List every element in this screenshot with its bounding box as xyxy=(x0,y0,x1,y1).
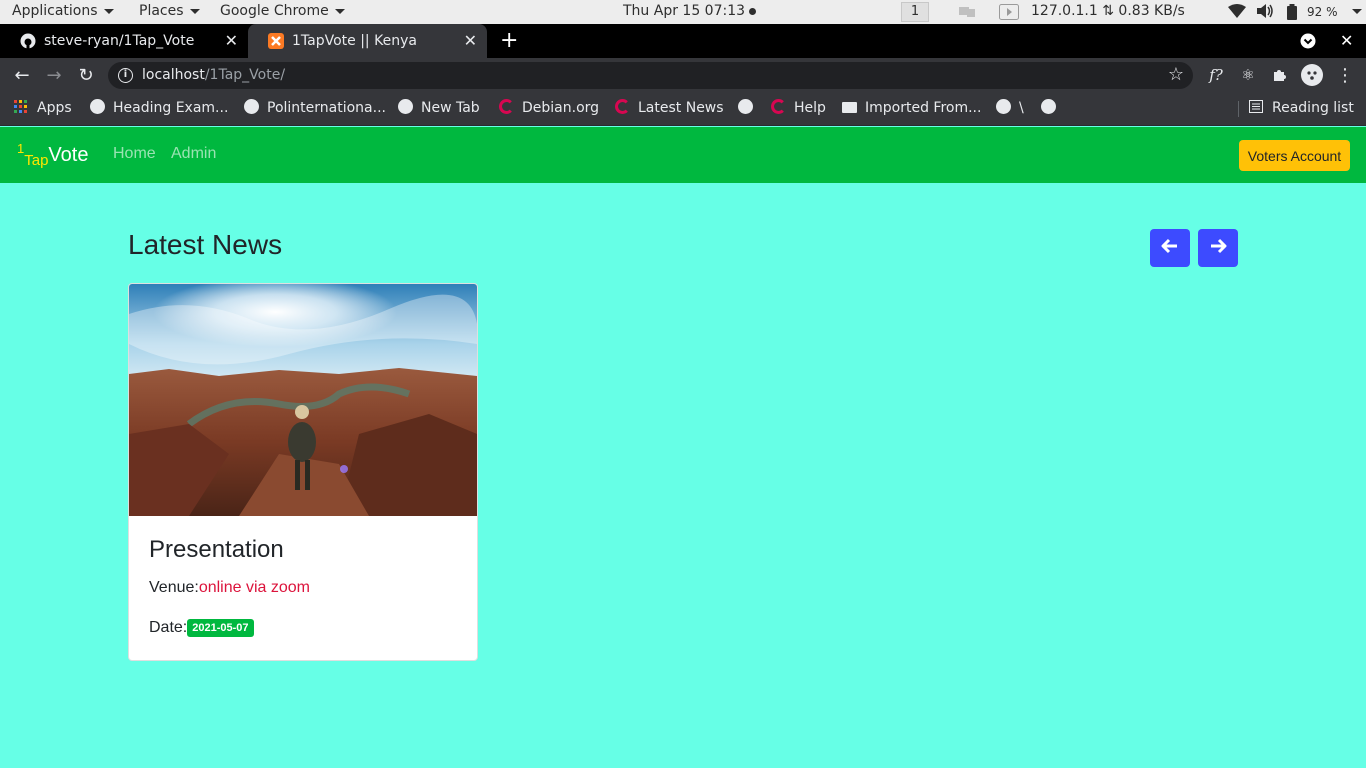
news-card: Presentation Venue:online via zoom Date:… xyxy=(128,283,478,661)
url-text[interactable]: localhost/1Tap_Vote/ xyxy=(142,67,285,83)
voters-account-button[interactable]: Voters Account xyxy=(1239,140,1350,171)
arrow-left-icon xyxy=(1161,238,1177,254)
globe-icon xyxy=(738,99,753,114)
network-speed: 127.0.1.1 ⇅ 0.83 KB/s xyxy=(1031,3,1185,19)
chevron-down-icon xyxy=(1352,8,1362,14)
workspace-indicator[interactable]: 1 xyxy=(901,2,929,22)
xampp-icon xyxy=(268,33,284,49)
bookmark-help[interactable]: Help xyxy=(771,93,826,124)
prev-button[interactable] xyxy=(1150,229,1190,267)
nav-admin[interactable]: Admin xyxy=(171,145,216,163)
globe-icon xyxy=(244,99,259,114)
bookmark-latest-news[interactable]: Latest News xyxy=(615,93,724,124)
reading-list[interactable]: Reading list xyxy=(1249,93,1354,124)
chevron-down-icon xyxy=(103,8,114,14)
debian-icon xyxy=(771,99,786,114)
volume-icon[interactable] xyxy=(1256,4,1274,22)
react-devtools-icon[interactable]: ⚛ xyxy=(1236,58,1260,93)
bookmark-star-icon[interactable]: ☆ xyxy=(1168,64,1184,85)
chevron-down-icon xyxy=(334,8,345,14)
system-menu[interactable] xyxy=(1346,3,1362,19)
folder-icon xyxy=(842,102,857,113)
places-menu[interactable]: Places xyxy=(139,3,200,19)
globe-icon xyxy=(1041,99,1056,114)
bookmark-heading-exam[interactable]: Heading Exam... xyxy=(90,93,228,124)
news-card-image xyxy=(129,284,477,516)
bookmark-new-tab[interactable]: New Tab xyxy=(398,93,480,124)
apps-grid-icon xyxy=(14,100,27,113)
tab-title: 1TapVote || Kenya xyxy=(292,33,417,49)
site-navbar: 1TapVote Home Admin Voters Account xyxy=(0,127,1366,183)
debian-icon xyxy=(499,99,514,114)
close-icon[interactable]: ✕ xyxy=(225,24,238,58)
bookmark-polinternational[interactable]: Polinternationa... xyxy=(244,93,386,124)
formula-extension-icon[interactable]: f? xyxy=(1204,58,1228,93)
tab-github[interactable]: steve-ryan/1Tap_Vote ✕ xyxy=(0,24,248,58)
page-title: Latest News xyxy=(128,229,283,260)
news-card-venue: Venue:online via zoom xyxy=(149,579,310,596)
back-icon[interactable]: ← xyxy=(9,58,35,93)
bookmark-apps[interactable]: Apps xyxy=(14,93,72,124)
address-bar[interactable]: i localhost/1Tap_Vote/ ☆ xyxy=(108,62,1193,89)
reading-list-icon xyxy=(1249,100,1263,113)
applications-menu[interactable]: Applications xyxy=(12,3,114,19)
github-icon xyxy=(20,33,36,49)
tab-search-icon[interactable] xyxy=(1300,24,1318,58)
forward-icon[interactable]: → xyxy=(41,58,67,93)
nav-home[interactable]: Home xyxy=(113,145,156,163)
reload-icon[interactable]: ↻ xyxy=(73,58,99,93)
date-badge: 2021-05-07 xyxy=(187,619,254,637)
bookmarks-divider xyxy=(1238,101,1239,117)
next-button[interactable] xyxy=(1198,229,1238,267)
chevron-down-icon xyxy=(189,8,200,14)
bookmark-globe-2[interactable] xyxy=(1041,93,1064,124)
wifi-icon[interactable] xyxy=(1228,4,1246,22)
notification-dot-icon xyxy=(749,7,757,15)
screen-icon xyxy=(958,4,976,22)
globe-icon xyxy=(996,99,1011,114)
media-play-icon[interactable] xyxy=(999,4,1019,24)
bookmark-imported[interactable]: Imported From... xyxy=(842,93,981,124)
tab-1tapvote[interactable]: 1TapVote || Kenya ✕ xyxy=(248,24,487,58)
arrow-right-icon xyxy=(1211,238,1227,254)
debian-icon xyxy=(615,99,630,114)
bookmark-globe[interactable] xyxy=(738,93,761,124)
browser-toolbar: ← → ↻ i localhost/1Tap_Vote/ ☆ f? ⚛ ⋮ xyxy=(0,58,1366,93)
bookmarks-bar: Apps Heading Exam... Polinternationa... … xyxy=(0,93,1366,126)
globe-icon xyxy=(90,99,105,114)
news-card-date: Date: 2021-05-07 xyxy=(149,619,254,637)
site-brand[interactable]: 1TapVote xyxy=(17,141,88,169)
globe-icon xyxy=(398,99,413,114)
tab-title: steve-ryan/1Tap_Vote xyxy=(44,33,195,49)
new-tab-button[interactable]: + xyxy=(500,24,518,58)
menu-kebab-icon[interactable]: ⋮ xyxy=(1333,58,1357,93)
battery-icon[interactable] xyxy=(1286,4,1298,24)
bookmark-debian[interactable]: Debian.org xyxy=(499,93,599,124)
battery-percent: 92 % xyxy=(1307,5,1338,19)
news-card-title: Presentation xyxy=(149,536,284,563)
system-top-bar: Applications Places Google Chrome Thu Ap… xyxy=(0,0,1366,24)
bookmark-backslash[interactable]: \ xyxy=(996,93,1024,124)
profile-avatar-icon[interactable] xyxy=(1300,58,1324,93)
app-menu[interactable]: Google Chrome xyxy=(220,3,345,19)
close-icon[interactable]: ✕ xyxy=(464,24,477,58)
site-info-icon[interactable]: i xyxy=(118,68,133,83)
clock[interactable]: Thu Apr 15 07:13 xyxy=(623,3,757,19)
window-close-icon[interactable]: ✕ xyxy=(1340,24,1356,58)
extensions-puzzle-icon[interactable] xyxy=(1268,58,1292,93)
